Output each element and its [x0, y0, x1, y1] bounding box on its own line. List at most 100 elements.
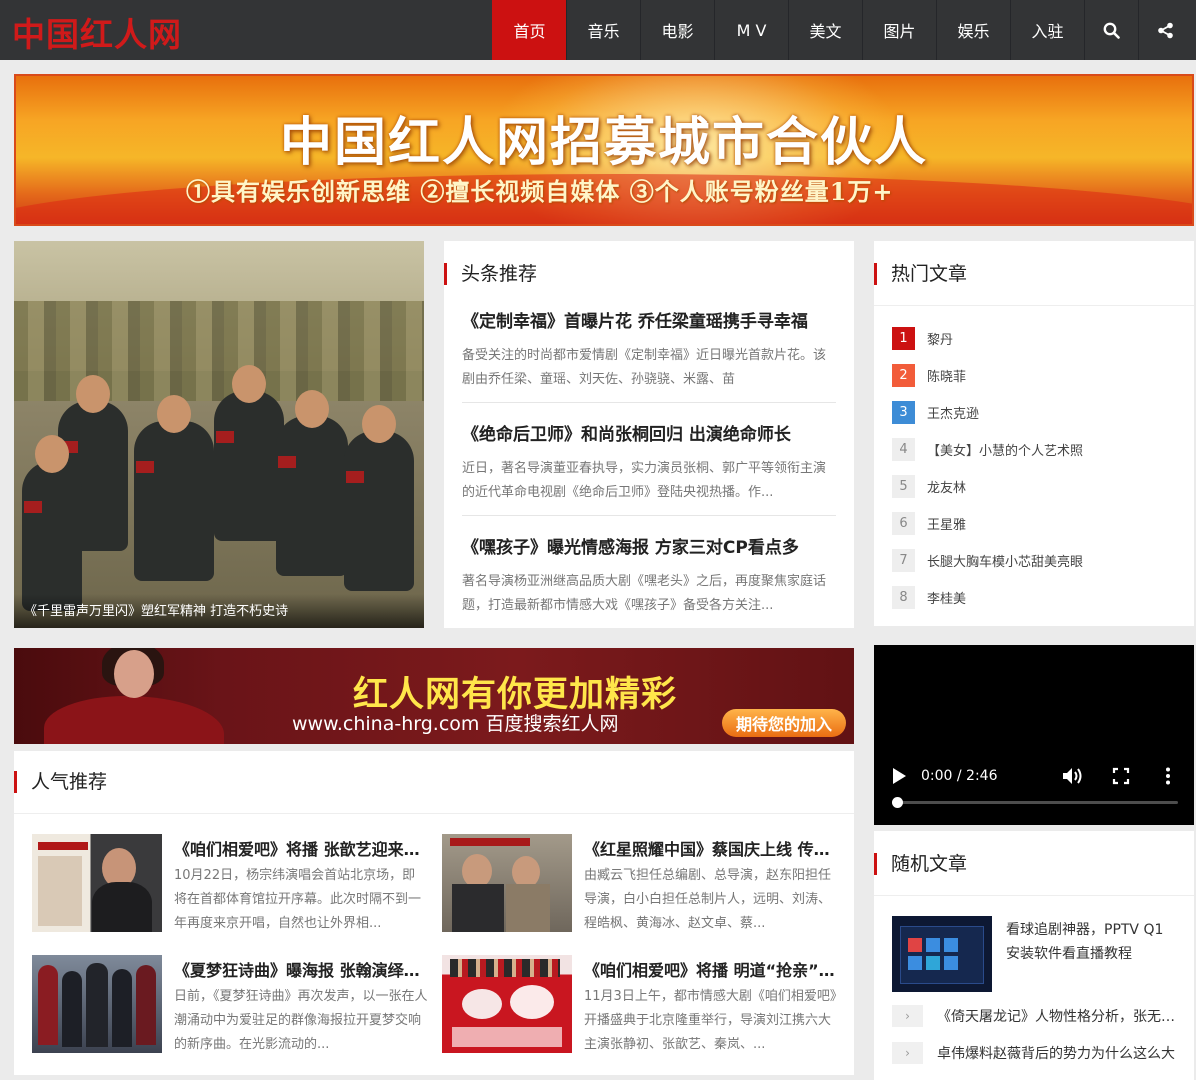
soldier-figure — [134, 395, 214, 581]
headline-item[interactable]: 《嘿孩子》曝光情感海报 方家三对CP看点多 著名导演杨亚洲继高品质大剧《嘿老头》… — [462, 533, 836, 618]
video-time: 0:00 / 2:46 — [921, 768, 998, 784]
chevron-right-icon: › — [892, 1005, 923, 1027]
search-icon — [1103, 22, 1120, 39]
popular-thumbnail[interactable] — [32, 955, 162, 1053]
random-feature-title[interactable]: 看球追剧神器，PPTV Q1安装软件看直播教程 — [1006, 918, 1176, 966]
hot-item-label[interactable]: 王星雅 — [927, 514, 966, 533]
headline-desc: 近日，著名导演董亚春执导，实力演员张桐、郭广平等领衔主演的近代革命电视剧《绝命后… — [462, 461, 827, 500]
site-logo[interactable]: 中国红人网 — [12, 8, 182, 56]
headlines-title: 头条推荐 — [444, 263, 537, 285]
join-button[interactable]: 期待您的加入 — [722, 709, 846, 737]
divider — [874, 305, 1194, 306]
hot-item-label[interactable]: 王杰克逊 — [927, 403, 979, 422]
popular-item-desc: 10月22日，杨宗纬演唱会首站北京场，即将在首都体育馆拉开序幕。此次时隔不到一年… — [174, 868, 422, 931]
popular-item-desc: 日前，《夏梦狂诗曲》再次发声，以一张在人潮涌动中为爱驻足的群像海报拉开夏梦交响的… — [174, 989, 428, 1052]
play-icon[interactable] — [891, 767, 907, 785]
rank-badge: 1 — [892, 326, 915, 350]
more-options-icon[interactable] — [1164, 767, 1172, 785]
hot-item-label[interactable]: 龙友林 — [927, 477, 966, 496]
volume-icon[interactable] — [1062, 767, 1084, 785]
random-feature-item[interactable]: 看球追剧神器，PPTV Q1安装软件看直播教程 — [892, 916, 1176, 992]
headlines-panel: 头条推荐 《定制幸福》首曝片花 乔任梁童瑶携手寻幸福 备受关注的时尚都市爱情剧《… — [444, 241, 854, 628]
banner-woman-image — [44, 648, 224, 744]
banner-title: 中国红人网招募城市合伙人 — [279, 112, 928, 173]
hot-item-label[interactable]: 长腿大胸车模小芯甜美亮眼 — [927, 551, 1083, 570]
random-feature-thumbnail[interactable] — [892, 916, 992, 992]
popular-item[interactable]: 《咱们相爱吧》将播 明道“抢亲”张歆艺 11月3日上午，都市情感大剧《咱们相爱吧… — [442, 955, 838, 1053]
hot-item[interactable]: 1 黎丹 — [892, 326, 953, 350]
rank-badge: 5 — [892, 474, 915, 498]
search-button[interactable] — [1084, 0, 1138, 60]
popular-title: 人气推荐 — [14, 771, 107, 793]
nav-item-essays[interactable]: 美文 — [788, 0, 862, 60]
share-button[interactable] — [1138, 0, 1192, 60]
headline-desc: 著名导演杨亚洲继高品质大剧《嘿老头》之后，再度聚焦家庭话题，打造最新都市情感大戏… — [462, 574, 827, 613]
popular-item[interactable]: 《咱们相爱吧》将播 张歆艺迎来好运 10月22日，杨宗纬演唱会首站北京场，即将在… — [32, 834, 428, 932]
hot-item[interactable]: 4 【美女】小慧的个人艺术照 — [892, 437, 1083, 461]
popular-item-title[interactable]: 《咱们相爱吧》将播 张歆艺迎来好运 — [174, 836, 428, 860]
hot-item-label[interactable]: 黎丹 — [927, 329, 953, 348]
join-banner[interactable]: 红人网有你更加精彩 www.china-hrg.com 百度搜索红人网 期待您的… — [14, 648, 854, 744]
nav-item-entertainment[interactable]: 娱乐 — [936, 0, 1010, 60]
hot-item[interactable]: 8 李桂美 — [892, 585, 966, 609]
popular-thumbnail[interactable] — [442, 834, 572, 932]
join-banner-subtitle: www.china-hrg.com 百度搜索红人网 — [292, 713, 619, 735]
random-articles-panel: 随机文章 看球追剧神器，PPTV Q1安装软件看直播教程 › 《倚天屠龙记》人物… — [874, 831, 1194, 1080]
nav-item-pictures[interactable]: 图片 — [862, 0, 936, 60]
hot-item-label[interactable]: 陈晓菲 — [927, 366, 966, 385]
video-progress-track[interactable] — [892, 801, 1178, 804]
hot-item[interactable]: 3 王杰克逊 — [892, 400, 979, 424]
headline-item[interactable]: 《绝命后卫师》和尚张桐回归 出演绝命师长 近日，著名导演董亚春执导，实力演员张桐… — [462, 420, 836, 505]
random-item[interactable]: › 《倚天屠龙记》人物性格分析，张无忌为什么受欢迎 — [892, 1005, 1176, 1027]
nav-item-music[interactable]: 音乐 — [566, 0, 640, 60]
video-progress-knob[interactable] — [892, 797, 903, 808]
headline-title[interactable]: 《定制幸福》首曝片花 乔任梁童瑶携手寻幸福 — [462, 307, 836, 332]
random-item-label[interactable]: 《倚天屠龙记》人物性格分析，张无忌为什么受欢迎 — [937, 1006, 1176, 1026]
headline-title[interactable]: 《嘿孩子》曝光情感海报 方家三对CP看点多 — [462, 533, 836, 558]
popular-item-title[interactable]: 《咱们相爱吧》将播 明道“抢亲”张歆艺 — [584, 957, 838, 981]
hot-item-label[interactable]: 【美女】小慧的个人艺术照 — [927, 440, 1083, 459]
random-title: 随机文章 — [874, 853, 967, 875]
popular-item-title[interactable]: 《红星照耀中国》蔡国庆上线 传递红色正能量 — [584, 836, 838, 860]
soldier-figure — [344, 405, 414, 591]
popular-item[interactable]: 《夏梦狂诗曲》曝海报 张翰演绎双重人格 日前，《夏梦狂诗曲》再次发声，以一张在人… — [32, 955, 428, 1053]
fullscreen-icon[interactable] — [1112, 767, 1130, 785]
headline-desc: 备受关注的时尚都市爱情剧《定制幸福》近日曝光首款片花。该剧由乔任梁、童瑶、刘天佐… — [462, 348, 827, 387]
soldier-figure — [22, 435, 82, 611]
feature-image[interactable]: 《千里雷声万里闪》塑红军精神 打造不朽史诗 — [14, 241, 424, 628]
nav-item-mv[interactable]: M V — [714, 0, 788, 60]
popular-thumbnail[interactable] — [32, 834, 162, 932]
popular-item[interactable]: 《红星照耀中国》蔡国庆上线 传递红色正能量 由臧云飞担任总编剧、总导演，赵东阳担… — [442, 834, 838, 932]
popular-item-desc: 由臧云飞担任总编剧、总导演，赵东阳担任导演，白小白担任总制片人，远明、刘涛、程皓… — [584, 868, 832, 931]
hot-title: 热门文章 — [874, 263, 967, 285]
divider — [462, 402, 836, 403]
feature-caption[interactable]: 《千里雷声万里闪》塑红军精神 打造不朽史诗 — [24, 600, 288, 619]
popular-item-title[interactable]: 《夏梦狂诗曲》曝海报 张翰演绎双重人格 — [174, 957, 428, 981]
rank-badge: 3 — [892, 400, 915, 424]
divider — [462, 515, 836, 516]
hot-item[interactable]: 6 王星雅 — [892, 511, 966, 535]
nav-item-movie[interactable]: 电影 — [640, 0, 714, 60]
video-player[interactable]: 0:00 / 2:46 — [874, 645, 1194, 825]
rank-badge: 2 — [892, 363, 915, 387]
hot-item[interactable]: 7 长腿大胸车模小芯甜美亮眼 — [892, 548, 1083, 572]
headline-title[interactable]: 《绝命后卫师》和尚张桐回归 出演绝命师长 — [462, 420, 836, 445]
recruit-banner[interactable]: 中国红人网招募城市合伙人 ①具有娱乐创新思维 ②擅长视频自媒体 ③个人账号粉丝量… — [14, 74, 1194, 226]
random-item-label[interactable]: 卓伟爆料赵薇背后的势力为什么这么大 — [937, 1043, 1175, 1063]
nav-item-join[interactable]: 入驻 — [1010, 0, 1084, 60]
hot-item[interactable]: 5 龙友林 — [892, 474, 966, 498]
share-icon — [1158, 22, 1173, 38]
hot-item-label[interactable]: 李桂美 — [927, 588, 966, 607]
banner-subtitle: ①具有娱乐创新思维 ②擅长视频自媒体 ③个人账号粉丝量1万+ — [186, 177, 894, 206]
popular-thumbnail[interactable] — [442, 955, 572, 1053]
rank-badge: 4 — [892, 437, 915, 461]
headline-item[interactable]: 《定制幸福》首曝片花 乔任梁童瑶携手寻幸福 备受关注的时尚都市爱情剧《定制幸福》… — [462, 307, 836, 392]
soldier-figure — [214, 365, 284, 541]
rank-badge: 6 — [892, 511, 915, 535]
nav-item-home[interactable]: 首页 — [492, 0, 566, 60]
random-item[interactable]: › 卓伟爆料赵薇背后的势力为什么这么大 — [892, 1042, 1176, 1064]
hot-item[interactable]: 2 陈晓菲 — [892, 363, 966, 387]
rank-badge: 7 — [892, 548, 915, 572]
popular-panel: 人气推荐 《咱们相爱吧》将播 张歆艺迎来好运 10月22日，杨宗纬演唱会首站北京… — [14, 751, 854, 1075]
top-header: 中国红人网 首页 音乐 电影 M V 美文 图片 娱乐 入驻 — [0, 0, 1196, 60]
